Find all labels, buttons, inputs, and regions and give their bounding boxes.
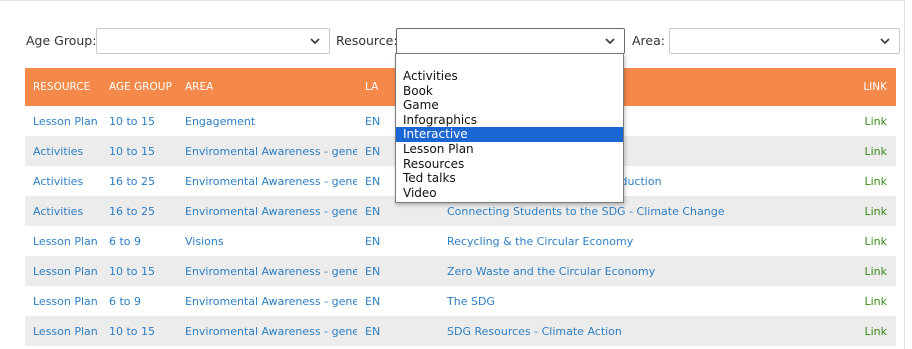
header-link[interactable]: LINK [836, 68, 896, 106]
resource-dropdown-list: Activities Book Game Infographics Intera… [395, 53, 624, 203]
table-row: Lesson Plan 10 to 15 Enviromental Awaren… [25, 316, 896, 346]
header-age-group[interactable]: AGE GROUP [101, 68, 177, 106]
dropdown-option-interactive[interactable]: Interactive [396, 127, 623, 142]
cell-area[interactable]: Enviromental Awareness - general [177, 166, 357, 196]
cell-age-group[interactable]: 6 to 9 [101, 286, 177, 316]
age-group-select[interactable] [96, 28, 330, 54]
cell-link[interactable]: Link [836, 136, 896, 166]
resource-select[interactable] [396, 28, 625, 54]
chevron-down-icon [310, 38, 320, 45]
cell-title[interactable]: The SDG [439, 286, 836, 316]
cell-area[interactable]: Enviromental Awareness - general [177, 136, 357, 166]
cell-area[interactable]: Enviromental Awareness - general [177, 196, 357, 226]
cell-area[interactable]: Enviromental Awareness - general [177, 316, 357, 346]
cell-age-group[interactable]: 16 to 25 [101, 166, 177, 196]
dropdown-option-book[interactable]: Book [396, 84, 623, 99]
cell-language[interactable]: EN [357, 316, 439, 346]
cell-link[interactable]: Link [836, 316, 896, 346]
dropdown-option-infographics[interactable]: Infographics [396, 113, 623, 128]
cell-link[interactable]: Link [836, 226, 896, 256]
cell-link[interactable]: Link [836, 106, 896, 136]
dropdown-option-game[interactable]: Game [396, 98, 623, 113]
cell-resource[interactable]: Lesson Plan [25, 106, 101, 136]
cell-resource[interactable]: Lesson Plan [25, 226, 101, 256]
area-label: Area: [632, 33, 665, 48]
dropdown-option-resources[interactable]: Resources [396, 157, 623, 172]
cell-age-group[interactable]: 10 to 15 [101, 256, 177, 286]
area-select[interactable] [669, 28, 900, 54]
cell-age-group[interactable]: 10 to 15 [101, 316, 177, 346]
cell-language[interactable]: EN [357, 226, 439, 256]
table-row: Lesson Plan 6 to 9 Enviromental Awarenes… [25, 286, 896, 316]
cell-resource[interactable]: Lesson Plan [25, 316, 101, 346]
cell-area[interactable]: Visions [177, 226, 357, 256]
dropdown-option-video[interactable]: Video [396, 186, 623, 201]
cell-age-group[interactable]: 10 to 15 [101, 106, 177, 136]
header-area[interactable]: AREA [177, 68, 357, 106]
cell-age-group[interactable]: 6 to 9 [101, 226, 177, 256]
cell-resource[interactable]: Lesson Plan [25, 256, 101, 286]
cell-language[interactable]: EN [357, 286, 439, 316]
cell-area[interactable]: Enviromental Awareness - general [177, 256, 357, 286]
dropdown-option-lesson-plan[interactable]: Lesson Plan [396, 142, 623, 157]
cell-area[interactable]: Engagement [177, 106, 357, 136]
cell-age-group[interactable]: 16 to 25 [101, 196, 177, 226]
cell-resource[interactable]: Lesson Plan [25, 286, 101, 316]
cell-resource[interactable]: Activities [25, 166, 101, 196]
cell-age-group[interactable]: 10 to 15 [101, 136, 177, 166]
cell-title[interactable]: Recycling & the Circular Economy [439, 226, 836, 256]
resource-label: Resource: [336, 33, 398, 48]
dropdown-option-ted-talks[interactable]: Ted talks [396, 171, 623, 186]
age-group-label: Age Group: [26, 33, 97, 48]
cell-link[interactable]: Link [836, 256, 896, 286]
chevron-down-icon [880, 38, 890, 45]
header-resource[interactable]: RESOURCE [25, 68, 101, 106]
table-row: Lesson Plan 10 to 15 Enviromental Awaren… [25, 256, 896, 286]
cell-title[interactable]: SDG Resources - Climate Action [439, 316, 836, 346]
cell-link[interactable]: Link [836, 196, 896, 226]
filter-bar: Age Group: Resource: Area: [0, 28, 905, 54]
cell-resource[interactable]: Activities [25, 196, 101, 226]
cell-title[interactable]: Zero Waste and the Circular Economy [439, 256, 836, 286]
chevron-down-icon [605, 38, 615, 45]
dropdown-option-activities[interactable]: Activities [396, 69, 623, 84]
cell-link[interactable]: Link [836, 286, 896, 316]
table-row: Lesson Plan 6 to 9 Visions EN Recycling … [25, 226, 896, 256]
cell-area[interactable]: Enviromental Awareness - general [177, 286, 357, 316]
cell-language[interactable]: EN [357, 256, 439, 286]
cell-link[interactable]: Link [836, 166, 896, 196]
cell-resource[interactable]: Activities [25, 136, 101, 166]
